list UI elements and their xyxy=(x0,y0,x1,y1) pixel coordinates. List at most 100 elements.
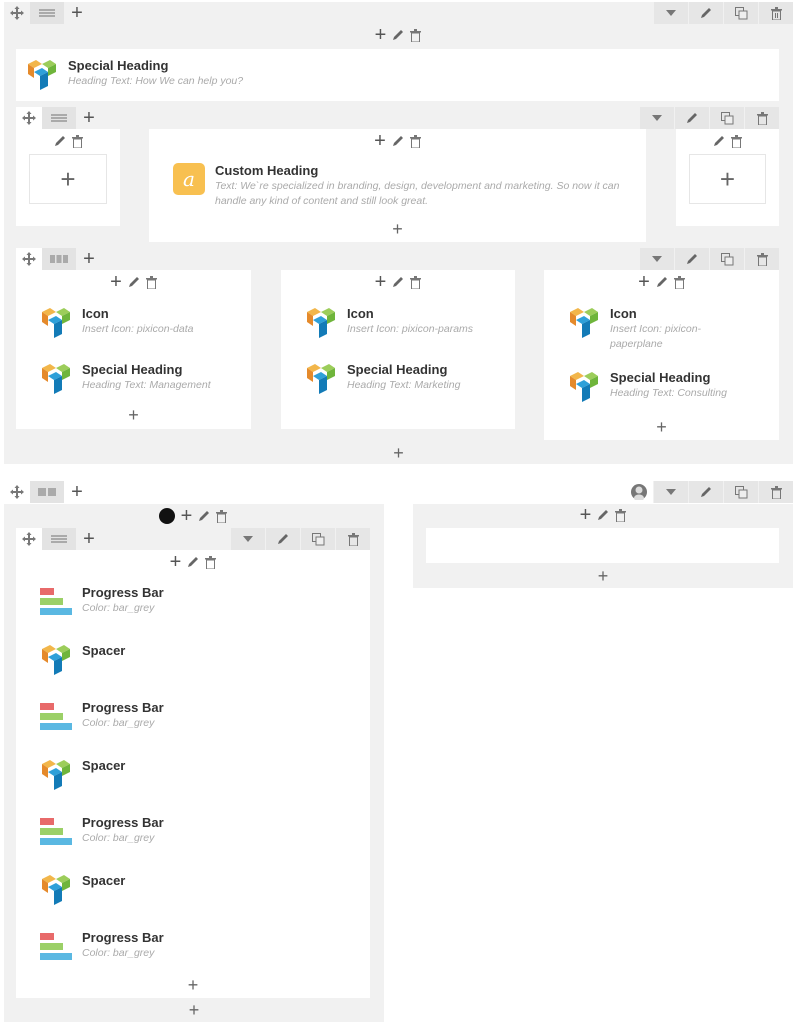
plus-icon[interactable]: + xyxy=(64,2,90,24)
design-options-dot[interactable] xyxy=(158,508,175,524)
progress-bar-element[interactable]: Progress Bar Color: bar_grey xyxy=(40,700,360,758)
empty-column-area[interactable] xyxy=(426,528,779,563)
special-heading-element[interactable]: Special Heading Heading Text: Management xyxy=(40,362,241,396)
clone-icon[interactable] xyxy=(723,481,758,503)
layout-grid-icon[interactable] xyxy=(42,107,76,129)
pencil-icon[interactable] xyxy=(597,509,609,521)
clone-icon[interactable] xyxy=(709,107,744,129)
avatar[interactable] xyxy=(625,481,653,503)
chevron-down-icon[interactable] xyxy=(653,2,688,24)
spacer-element[interactable]: Spacer xyxy=(40,873,360,931)
row-2-toolbar: + xyxy=(4,481,793,503)
trash-icon[interactable] xyxy=(145,275,157,289)
plus-icon[interactable]: + xyxy=(638,272,650,292)
custom-heading-element[interactable]: a Custom Heading Text: We`re specialized… xyxy=(173,163,626,209)
plus-icon[interactable]: + xyxy=(76,107,102,129)
pencil-icon[interactable] xyxy=(656,276,668,288)
pencil-icon[interactable] xyxy=(198,510,210,522)
trash-icon[interactable] xyxy=(335,528,370,550)
clone-icon[interactable] xyxy=(300,528,335,550)
move-icon[interactable] xyxy=(16,107,42,129)
chevron-down-icon[interactable] xyxy=(639,107,674,129)
trash-icon[interactable] xyxy=(71,134,83,148)
pencil-icon[interactable] xyxy=(187,556,199,568)
trash-icon[interactable] xyxy=(744,107,779,129)
progress-bar-element[interactable]: Progress Bar Color: bar_grey xyxy=(40,815,360,873)
add-element-button[interactable]: + xyxy=(689,154,766,204)
plus-icon[interactable]: + xyxy=(375,25,387,45)
vc-logo-icon xyxy=(42,364,70,394)
element-description: Insert Icon: pixicon-paperplane xyxy=(610,323,702,350)
icon-element[interactable]: Icon Insert Icon: pixicon-paperplane xyxy=(568,306,719,352)
add-element-plus[interactable]: + xyxy=(413,567,793,585)
move-icon[interactable] xyxy=(4,2,30,24)
icon-element[interactable]: Icon Insert Icon: pixicon-data xyxy=(40,306,241,340)
trash-icon[interactable] xyxy=(410,28,422,42)
pencil-icon[interactable] xyxy=(392,29,404,41)
move-icon[interactable] xyxy=(16,248,42,270)
pencil-icon[interactable] xyxy=(128,276,140,288)
pencil-icon[interactable] xyxy=(54,135,66,147)
trash-icon[interactable] xyxy=(205,555,217,569)
trash-icon[interactable] xyxy=(758,2,793,24)
pencil-icon[interactable] xyxy=(392,135,404,147)
plus-icon[interactable]: + xyxy=(375,272,387,292)
add-element-plus[interactable]: + xyxy=(544,418,779,436)
plus-icon[interactable]: + xyxy=(374,131,386,151)
trash-icon[interactable] xyxy=(673,275,685,289)
trash-icon[interactable] xyxy=(409,134,421,148)
pencil-icon[interactable] xyxy=(674,248,709,270)
pencil-icon[interactable] xyxy=(265,528,300,550)
trash-icon[interactable] xyxy=(615,508,627,522)
trash-icon[interactable] xyxy=(744,248,779,270)
icon-element[interactable]: Icon Insert Icon: pixicon-params xyxy=(305,306,505,340)
clone-icon[interactable] xyxy=(723,2,758,24)
add-element-plus[interactable]: + xyxy=(4,444,793,462)
move-icon[interactable] xyxy=(4,481,30,503)
layout-grid-icon[interactable] xyxy=(42,528,76,550)
pencil-icon[interactable] xyxy=(688,2,723,24)
plus-icon[interactable]: + xyxy=(580,505,592,525)
element-name: Spacer xyxy=(82,642,126,658)
add-element-plus[interactable]: + xyxy=(4,1001,384,1019)
chevron-down-icon[interactable] xyxy=(653,481,688,503)
trash-icon[interactable] xyxy=(758,481,793,503)
clone-icon[interactable] xyxy=(709,248,744,270)
layout-grid-icon[interactable] xyxy=(30,481,64,503)
chevron-down-icon[interactable] xyxy=(230,528,265,550)
move-icon[interactable] xyxy=(16,528,42,550)
add-element-plus[interactable]: + xyxy=(149,220,646,238)
trash-icon[interactable] xyxy=(410,275,422,289)
plus-icon[interactable]: + xyxy=(170,552,182,572)
add-element-plus[interactable]: + xyxy=(16,406,251,424)
plus-icon[interactable]: + xyxy=(64,481,90,503)
element-description: Color: bar_grey xyxy=(82,602,155,614)
chevron-down-icon[interactable] xyxy=(639,248,674,270)
plus-icon[interactable]: + xyxy=(76,248,102,270)
special-heading-element[interactable]: Special Heading Heading Text: Marketing xyxy=(305,362,505,396)
plus-icon[interactable]: + xyxy=(181,506,193,526)
special-heading-element[interactable]: Special Heading Heading Text: Consulting xyxy=(568,370,769,404)
trash-icon[interactable] xyxy=(731,134,742,148)
inner-column-left: + xyxy=(16,129,120,226)
pencil-icon[interactable] xyxy=(688,481,723,503)
spacer-element[interactable]: Spacer xyxy=(40,758,360,816)
spacer-element[interactable]: Spacer xyxy=(40,643,360,701)
plus-icon[interactable]: + xyxy=(76,528,102,550)
plus-icon[interactable]: + xyxy=(110,272,122,292)
layout-grid-icon[interactable] xyxy=(30,2,64,24)
trash-icon[interactable] xyxy=(216,509,228,523)
special-heading-element[interactable]: Special Heading Heading Text: How We can… xyxy=(16,49,779,101)
feature-column-1: + Icon Insert Icon: pixicon-data Special … xyxy=(16,270,251,429)
inner-row-3-actions xyxy=(230,528,370,550)
layout-grid-icon[interactable] xyxy=(42,248,76,270)
pencil-icon[interactable] xyxy=(674,107,709,129)
add-element-plus[interactable]: + xyxy=(16,976,370,994)
progress-bar-icon xyxy=(40,818,72,845)
element-description: Color: bar_grey xyxy=(82,832,155,844)
add-element-button[interactable]: + xyxy=(29,154,107,204)
pencil-icon[interactable] xyxy=(713,135,725,147)
progress-bar-element[interactable]: Progress Bar Color: bar_grey xyxy=(40,585,360,643)
row-2-actions xyxy=(625,481,793,503)
pencil-icon[interactable] xyxy=(392,276,404,288)
